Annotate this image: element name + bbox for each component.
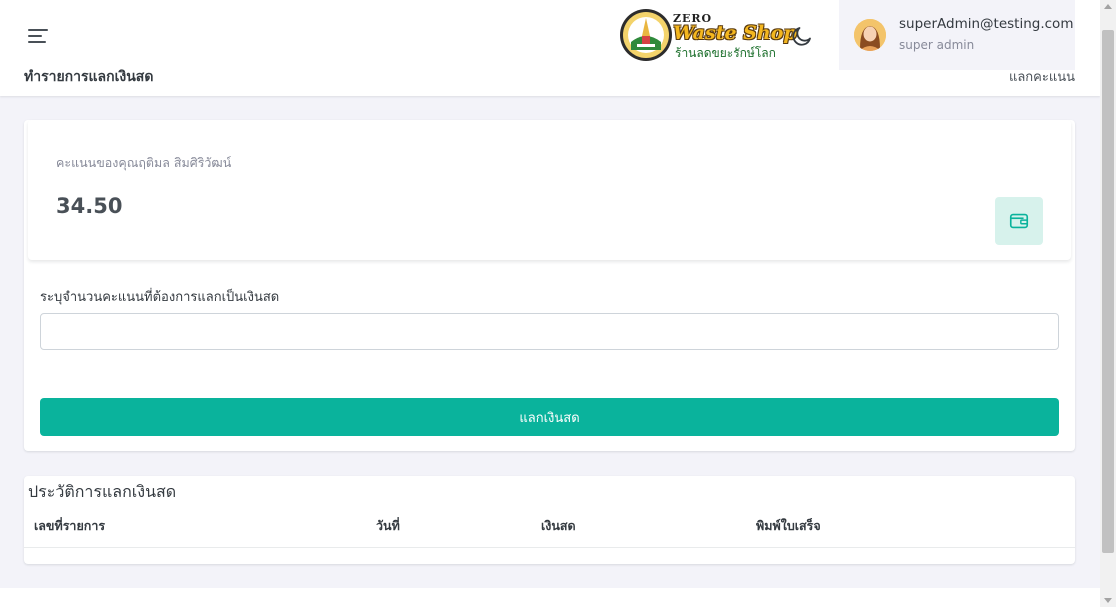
site-logo[interactable]: ZERO Waste Shop ร้านลดขยะรักษ์โลก [617, 6, 797, 62]
table-divider [24, 547, 1075, 548]
column-header-date: วันที่ [376, 518, 400, 533]
redeem-cash-card: คะแนนของคุณฤติมล สิมศิริวัฒน์ 34.50 ระบุ… [24, 120, 1075, 451]
breadcrumb-item[interactable]: แลกคะแนน [1009, 66, 1075, 87]
scroll-down-arrow-icon[interactable] [1104, 598, 1112, 603]
redeem-history-card: ประวัติการแลกเงินสด เลขที่รายการ วันที่ … [24, 476, 1075, 564]
user-profile-dropdown[interactable]: superAdmin@testing.com super admin [839, 0, 1075, 70]
redeem-cash-button[interactable]: แลกเงินสด [40, 398, 1059, 436]
column-header-transaction-id: เลขที่รายการ [34, 518, 106, 533]
topbar: ZERO Waste Shop ร้านลดขยะรักษ์โลก superA… [0, 0, 1100, 96]
user-role: super admin [899, 38, 975, 52]
avatar [854, 19, 886, 51]
history-title: ประวัติการแลกเงินสด [28, 482, 177, 501]
footer [0, 588, 1100, 607]
points-value: 34.50 [56, 194, 123, 218]
points-summary-card: คะแนนของคุณฤติมล สิมศิริวัฒน์ 34.50 [28, 120, 1071, 260]
user-email: superAdmin@testing.com [899, 16, 1074, 32]
page-scrollbar[interactable] [1100, 0, 1116, 607]
logo-emblem-icon [620, 9, 672, 61]
logo-brand-text: Waste Shop [673, 22, 797, 44]
column-header-print-receipt: พิมพ์ใบเสร็จ [756, 518, 821, 533]
column-header-cash: เงินสด [541, 518, 576, 533]
points-label: คะแนนของคุณฤติมล สิมศิริวัฒน์ [56, 155, 232, 170]
logo-tagline-text: ร้านลดขยะรักษ์โลก [675, 46, 776, 60]
page-title: ทำรายการแลกเงินสด [24, 69, 154, 85]
amount-label: ระบุจำนวนคะแนนที่ต้องการแลกเป็นเงินสด [40, 290, 280, 305]
hamburger-icon[interactable] [28, 26, 50, 44]
points-amount-input[interactable] [40, 313, 1059, 350]
scrollbar-thumb[interactable] [1102, 30, 1114, 553]
wallet-icon [1009, 213, 1029, 229]
scroll-up-arrow-icon[interactable] [1104, 4, 1112, 9]
wallet-icon-box [995, 197, 1043, 245]
moon-icon[interactable] [790, 24, 814, 48]
